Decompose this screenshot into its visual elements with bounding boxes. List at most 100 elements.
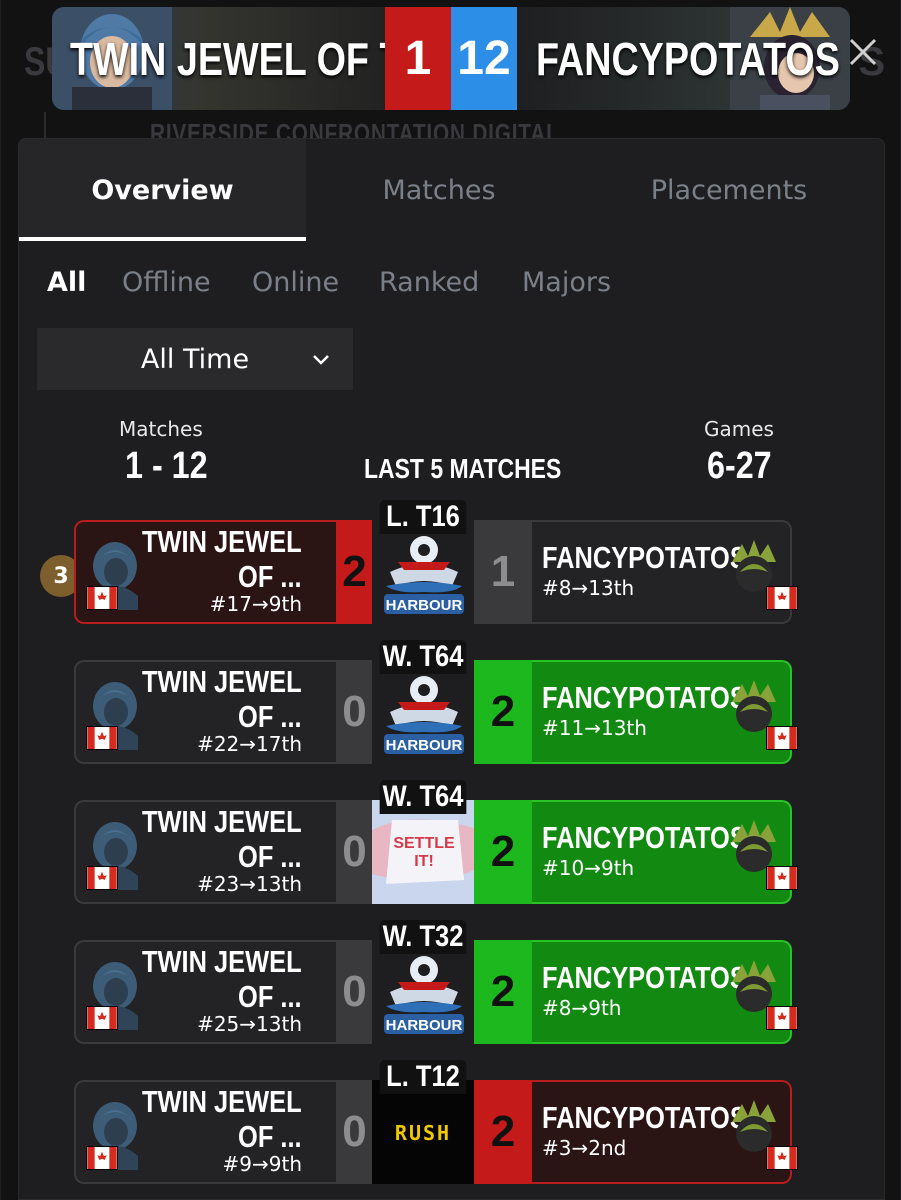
event-logo[interactable]: SETTLE IT! W. T64 (372, 780, 474, 904)
player1-name-line1: TWIN JEWEL (142, 944, 302, 979)
player1-game-score: 2 (336, 520, 373, 624)
player1-name-line2: OF ... (238, 979, 302, 1014)
rush-logo-text: RUSH (395, 1121, 451, 1145)
filter-ranked[interactable]: Ranked (379, 267, 479, 298)
player1-name: TWIN JEWEL OF ... (142, 1084, 302, 1154)
filter-online[interactable]: Online (252, 267, 339, 298)
player1-name-line2: OF ... (238, 559, 302, 594)
match-row[interactable]: TWIN JEWEL OF ... #25→13th 0 HARBOUR W. … (74, 920, 798, 1044)
match-row[interactable]: TWIN JEWEL OF ... #9→9th 0 RUSH L. T12 2… (74, 1060, 798, 1184)
canada-flag-icon (86, 866, 118, 890)
player2-game-score: 2 (474, 940, 532, 1044)
player1-seed-placement: #25→13th (197, 1012, 302, 1036)
close-icon[interactable] (845, 34, 881, 70)
rush-event-logo: RUSH (372, 1080, 474, 1184)
harbour-event-logo: HARBOUR (372, 520, 474, 624)
player1-name-line2: OF ... (238, 839, 302, 874)
round-label: L. T12 (379, 1060, 467, 1094)
player2-name: FANCYPOTATOS (542, 680, 747, 715)
filter-offline[interactable]: Offline (122, 267, 211, 298)
player1-name: TWIN JEWEL OF ... (142, 944, 302, 1014)
event-logo[interactable]: HARBOUR W. T64 (372, 640, 474, 764)
harbour-logo-text: HARBOUR (386, 597, 463, 614)
match-row[interactable]: TWIN JEWEL OF ... #22→17th 0 HARBOUR W. … (74, 640, 798, 764)
player2-name: FANCYPOTATOS (536, 33, 840, 85)
player2-seed-placement: #3→2nd (542, 1136, 627, 1160)
player1-name: TWIN JEWEL OF T... (70, 33, 430, 85)
player2-seed-placement: #8→13th (542, 576, 635, 600)
harbour-logo-text: HARBOUR (386, 737, 463, 754)
canada-flag-icon (766, 1146, 798, 1170)
player1-name: TWIN JEWEL OF ... (142, 524, 302, 594)
filter-all[interactable]: All (47, 267, 86, 298)
player2-game-score: 1 (474, 520, 532, 624)
player1-name: TWIN JEWEL OF ... (142, 804, 302, 874)
settle-it-event-logo: SETTLE IT! (372, 800, 474, 904)
chevron-down-icon (313, 355, 329, 365)
harbour-event-logo: HARBOUR (372, 660, 474, 764)
canada-flag-icon (86, 586, 118, 610)
matches-record: 1 - 12 (125, 445, 208, 487)
player2-name: FANCYPOTATOS (542, 1100, 747, 1135)
round-label: W. T64 (379, 640, 467, 674)
player1-seed-placement: #17→9th (209, 592, 302, 616)
player1-name-line1: TWIN JEWEL (142, 1084, 302, 1119)
player1-card: TWIN JEWEL OF ... #25→13th (74, 940, 372, 1044)
player1-name-line2: OF ... (238, 1119, 302, 1154)
head-to-head-header: TWIN JEWEL OF T... 1 12 FANCYPOTATOS (52, 7, 850, 110)
player2-game-score: 2 (474, 660, 532, 764)
player1-game-score: 0 (336, 660, 373, 764)
matches-label: Matches (119, 417, 203, 441)
player2-game-score: 2 (474, 800, 532, 904)
player2-seed-placement: #10→9th (542, 856, 635, 880)
last-five-matches-heading: LAST 5 MATCHES (364, 453, 562, 484)
player1-banner: TWIN JEWEL OF T... (52, 7, 430, 110)
match-row[interactable]: TWIN JEWEL OF ... #17→9th 2 HARBOUR L. T… (74, 500, 798, 624)
player2-set-score: 12 (451, 7, 517, 110)
canada-flag-icon (766, 866, 798, 890)
player1-set-score: 1 (385, 7, 451, 110)
player1-name-line1: TWIN JEWEL (142, 524, 302, 559)
round-label: L. T16 (379, 500, 467, 534)
tab-overview[interactable]: Overview (19, 139, 306, 241)
tab-placements[interactable]: Placements (572, 139, 884, 241)
player2-seed-placement: #8→9th (542, 996, 622, 1020)
player2-seed-placement: #11→13th (542, 716, 647, 740)
player2-name: FANCYPOTATOS (542, 960, 747, 995)
player1-name-line2: OF ... (238, 699, 302, 734)
round-label: W. T32 (379, 920, 467, 954)
games-record: 6-27 (707, 445, 772, 487)
canada-flag-icon (86, 726, 118, 750)
player1-name-line1: TWIN JEWEL (142, 804, 302, 839)
canada-flag-icon (766, 726, 798, 750)
event-logo[interactable]: HARBOUR W. T32 (372, 920, 474, 1044)
player2-name: FANCYPOTATOS (542, 540, 747, 575)
filter-majors[interactable]: Majors (522, 267, 611, 298)
player1-game-score: 0 (336, 940, 373, 1044)
settle-it-logo-text: SETTLE (393, 835, 455, 852)
player1-seed-placement: #22→17th (197, 732, 302, 756)
games-label: Games (704, 417, 774, 441)
player1-card: TWIN JEWEL OF ... #17→9th (74, 520, 372, 624)
player1-card: TWIN JEWEL OF ... #9→9th (74, 1080, 372, 1184)
round-label: W. T64 (379, 780, 467, 814)
time-range-dropdown[interactable]: All Time (37, 328, 353, 390)
player2-game-score: 2 (474, 1080, 532, 1184)
tab-bar: Overview Matches Placements (19, 139, 884, 241)
player1-game-score: 0 (336, 1080, 373, 1184)
match-row[interactable]: TWIN JEWEL OF ... #23→13th 0 SETTLE IT! … (74, 780, 798, 904)
player1-name-line1: TWIN JEWEL (142, 664, 302, 699)
harbour-logo-text: HARBOUR (386, 1017, 463, 1034)
player1-game-score: 0 (336, 800, 373, 904)
player1-name: TWIN JEWEL OF ... (142, 664, 302, 734)
player1-seed-placement: #9→9th (222, 1152, 302, 1176)
event-logo[interactable]: RUSH L. T12 (372, 1060, 474, 1184)
canada-flag-icon (766, 586, 798, 610)
canada-flag-icon (766, 1006, 798, 1030)
player2-name: FANCYPOTATOS (542, 820, 747, 855)
player1-card: TWIN JEWEL OF ... #22→17th (74, 660, 372, 764)
canada-flag-icon (86, 1146, 118, 1170)
tab-matches[interactable]: Matches (306, 139, 572, 241)
harbour-event-logo: HARBOUR (372, 940, 474, 1044)
event-logo[interactable]: HARBOUR L. T16 (372, 500, 474, 624)
